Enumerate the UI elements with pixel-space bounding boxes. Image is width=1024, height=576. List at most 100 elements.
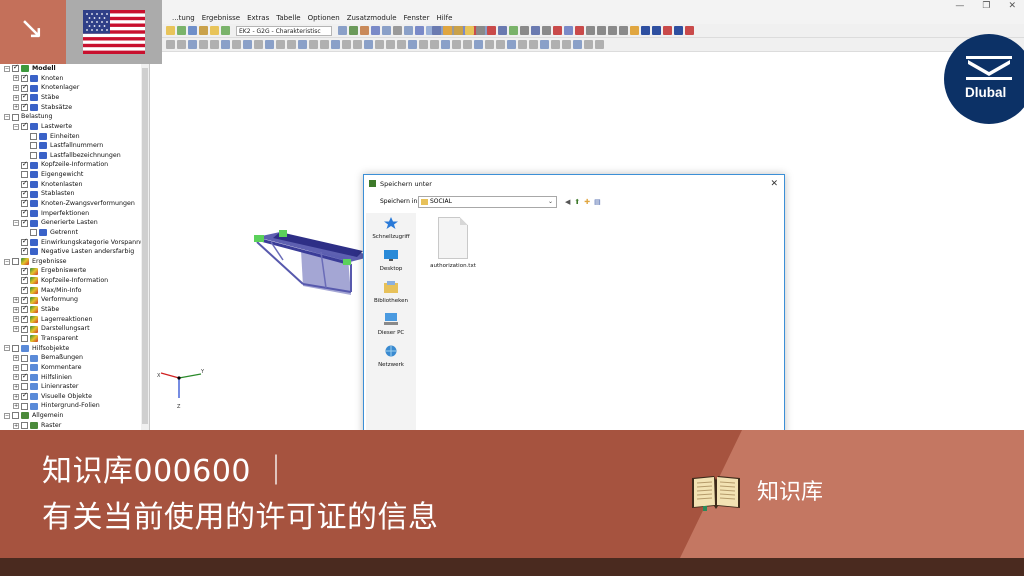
tree-checkbox[interactable]: [21, 83, 28, 92]
back-icon[interactable]: ◀: [565, 198, 570, 206]
navigator-scrollbar[interactable]: [141, 64, 149, 430]
tree-item[interactable]: + Hilfslinien: [4, 372, 149, 383]
menu-item[interactable]: ...tung: [172, 14, 195, 22]
tree-item[interactable]: Einheiten: [4, 131, 149, 141]
tree-checkbox[interactable]: [21, 237, 28, 246]
tree-checkbox[interactable]: [21, 295, 28, 304]
tree-item[interactable]: − Lastwerte: [4, 121, 149, 132]
tree-checkbox[interactable]: [21, 402, 28, 410]
tree-item[interactable]: − Generierte Lasten: [4, 218, 149, 228]
collapse-icon[interactable]: −: [4, 114, 10, 121]
collapse-icon[interactable]: −: [13, 123, 19, 130]
collapse-icon[interactable]: −: [4, 65, 10, 72]
tree-checkbox[interactable]: [30, 152, 37, 160]
collapse-icon[interactable]: −: [4, 412, 10, 419]
tree-checkbox[interactable]: [21, 92, 28, 102]
place-computer[interactable]: Dieser PC: [366, 313, 416, 336]
tree-checkbox[interactable]: [21, 171, 28, 179]
tree-item[interactable]: + Hintergrund-Folien: [4, 401, 149, 411]
place-desktop[interactable]: Desktop: [366, 249, 416, 272]
tree-item[interactable]: + Bemaßungen: [4, 353, 149, 363]
tree-checkbox[interactable]: [21, 364, 28, 372]
tree-checkbox[interactable]: [21, 304, 28, 314]
collapse-icon[interactable]: −: [13, 220, 19, 227]
expand-icon[interactable]: +: [13, 75, 19, 82]
tree-checkbox[interactable]: [30, 229, 37, 237]
menu-item[interactable]: Zusatzmodule: [347, 14, 397, 22]
place-library[interactable]: Bibliotheken: [366, 281, 416, 304]
tree-item[interactable]: Negative Lasten andersfarbig: [4, 246, 149, 257]
tree-checkbox[interactable]: [12, 344, 19, 352]
tree-checkbox[interactable]: [21, 160, 28, 169]
tree-checkbox[interactable]: [21, 198, 28, 208]
view-menu-icon[interactable]: ▤: [594, 198, 601, 206]
toolbar-icons-left[interactable]: [166, 26, 230, 35]
tree-checkbox[interactable]: [21, 372, 28, 381]
expand-icon[interactable]: +: [13, 355, 19, 362]
menu-item[interactable]: Ergebnisse: [202, 14, 240, 22]
expand-icon[interactable]: +: [13, 383, 19, 390]
tree-item[interactable]: Lastfallnummern: [4, 141, 149, 151]
tree-checkbox[interactable]: [21, 285, 28, 295]
tree-checkbox[interactable]: [21, 208, 28, 218]
menu-item[interactable]: Optionen: [308, 14, 340, 22]
tree-checkbox[interactable]: [21, 102, 28, 111]
tree-item[interactable]: + Raster: [4, 421, 149, 430]
new-folder-icon[interactable]: ✚: [584, 198, 590, 206]
tree-checkbox[interactable]: [21, 383, 28, 391]
tree-item[interactable]: Kopfzeile-Information: [4, 160, 149, 170]
expand-icon[interactable]: +: [13, 94, 19, 101]
expand-icon[interactable]: +: [13, 297, 19, 304]
tree-checkbox[interactable]: [21, 179, 28, 189]
menu-item[interactable]: Fenster: [404, 14, 430, 22]
expand-icon[interactable]: +: [13, 403, 19, 410]
tree-checkbox[interactable]: [21, 422, 28, 430]
tree-item[interactable]: + Darstellungsart: [4, 324, 149, 334]
menu-item[interactable]: Tabelle: [276, 14, 300, 22]
place-network[interactable]: Netzwerk: [366, 345, 416, 368]
minimize-button[interactable]: —: [955, 1, 964, 11]
collapse-icon[interactable]: −: [4, 345, 10, 352]
restore-button[interactable]: ❐: [982, 1, 990, 11]
tree-checkbox[interactable]: [21, 246, 28, 256]
tree-checkbox[interactable]: [21, 314, 28, 324]
tree-item[interactable]: + Stabsätze: [4, 102, 149, 113]
expand-icon[interactable]: +: [13, 316, 19, 323]
tree-checkbox[interactable]: [21, 391, 28, 401]
dialog-close-button[interactable]: ✕: [770, 175, 778, 193]
save-location-select[interactable]: SOCIAL ⌄: [418, 196, 557, 208]
file-item[interactable]: authorization.txt: [424, 217, 482, 269]
tree-checkbox[interactable]: [21, 121, 28, 131]
toolbar-icons-right[interactable]: [432, 26, 694, 35]
menu-item[interactable]: Extras: [247, 14, 269, 22]
tree-item[interactable]: − Allgemein: [4, 411, 149, 421]
tree-checkbox[interactable]: [21, 266, 28, 275]
menu-item[interactable]: Hilfe: [437, 14, 453, 22]
tree-checkbox[interactable]: [12, 258, 19, 266]
expand-icon[interactable]: +: [13, 374, 19, 381]
tree-checkbox[interactable]: [12, 64, 19, 73]
expand-icon[interactable]: +: [13, 85, 19, 92]
tree-item[interactable]: − Hilfsobjekte: [4, 344, 149, 354]
tree-checkbox[interactable]: [21, 324, 28, 333]
tree-item[interactable]: + Visuelle Objekte: [4, 391, 149, 402]
up-folder-icon[interactable]: ⬆: [574, 198, 580, 206]
tree-checkbox[interactable]: [21, 73, 28, 83]
tree-checkbox[interactable]: [21, 335, 28, 343]
tree-checkbox[interactable]: [21, 354, 28, 362]
expand-icon[interactable]: +: [13, 326, 19, 333]
tree-item[interactable]: Transparent: [4, 334, 149, 344]
expand-icon[interactable]: +: [13, 104, 19, 111]
place-star[interactable]: Schnellzugriff: [366, 217, 416, 240]
tree-checkbox[interactable]: [30, 142, 37, 150]
tree-checkbox[interactable]: [21, 189, 28, 198]
expand-icon[interactable]: +: [13, 306, 19, 313]
expand-icon[interactable]: +: [13, 393, 19, 400]
expand-icon[interactable]: +: [13, 364, 19, 371]
tree-checkbox[interactable]: [30, 132, 37, 140]
expand-icon[interactable]: +: [13, 422, 19, 429]
load-case-combo[interactable]: EK2 - G2G - Charakteristisc: [236, 26, 332, 36]
tree-checkbox[interactable]: [12, 412, 19, 420]
tree-checkbox[interactable]: [21, 218, 28, 227]
close-window-button[interactable]: ✕: [1008, 1, 1016, 11]
